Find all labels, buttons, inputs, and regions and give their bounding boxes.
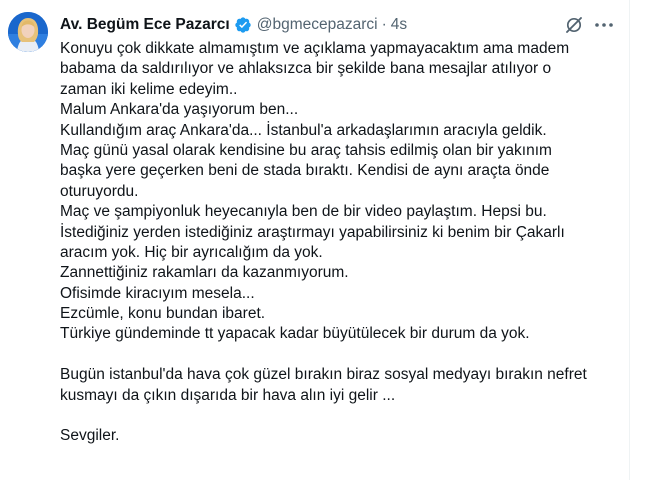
tweet: Av. Begüm Ece Pazarcı @bgmecepazarci · 4… xyxy=(0,0,650,480)
verified-badge-icon[interactable] xyxy=(234,16,252,34)
tweet-line: Ofisimde kiracıyım mesela... xyxy=(60,284,255,302)
author-handle[interactable]: @bgmecepazarci xyxy=(257,16,378,34)
tweet-line: Kullandığım araç Ankara'da... İstanbul'a… xyxy=(60,121,547,139)
tweet-text: Konuyu çok dikkate almamıştım ve açıklam… xyxy=(60,39,620,447)
tweet-line: Türkiye gündeminde tt yapacak kadar büyü… xyxy=(60,325,530,343)
tweet-line: başka yere geçerken beni de stada bırakt… xyxy=(60,162,550,180)
tweet-line: Sevgiler. xyxy=(60,427,120,445)
author-name[interactable]: Av. Begüm Ece Pazarcı xyxy=(60,16,230,34)
tweet-line: kusmayı da çıkın dışarıda bir hava alın … xyxy=(60,386,396,404)
tweet-line: zaman iki kelime edeyim.. xyxy=(60,80,238,98)
tweet-line: İstediğiniz yerden istediğiniz araştırma… xyxy=(60,223,565,241)
tweet-header: Av. Begüm Ece Pazarcı @bgmecepazarci · 4… xyxy=(60,14,407,36)
tweet-line: Malum Ankara'da yaşıyorum ben... xyxy=(60,101,299,119)
separator-dot: · xyxy=(381,16,387,33)
timestamp[interactable]: 4s xyxy=(391,16,407,34)
more-horizontal-icon[interactable] xyxy=(594,15,614,35)
tweet-line: aracım yok. Hiç bir ayrıcalığım da yok. xyxy=(60,243,323,261)
tweet-line: Maç ve şampiyonluk heyecanıyla ben de bi… xyxy=(60,203,547,221)
grok-icon[interactable] xyxy=(564,15,584,35)
tweet-line: Konuyu çok dikkate almamıştım ve açıklam… xyxy=(60,40,570,57)
tweet-line: Zannettiğiniz rakamları da kazanmıyorum. xyxy=(60,264,349,282)
tweet-line: babama da saldırılıyor ve ahlaksızca bir… xyxy=(60,60,552,78)
tweet-line: Maç günü yasal olarak kendisine bu araç … xyxy=(60,141,552,159)
tweet-line: oturuyordu. xyxy=(60,182,139,200)
avatar[interactable] xyxy=(8,12,48,52)
column-divider xyxy=(629,0,630,480)
tweet-line: Ezcümle, konu bundan ibaret. xyxy=(60,305,266,323)
tweet-line: Bugün istanbul'da hava çok güzel bırakın… xyxy=(60,366,587,384)
